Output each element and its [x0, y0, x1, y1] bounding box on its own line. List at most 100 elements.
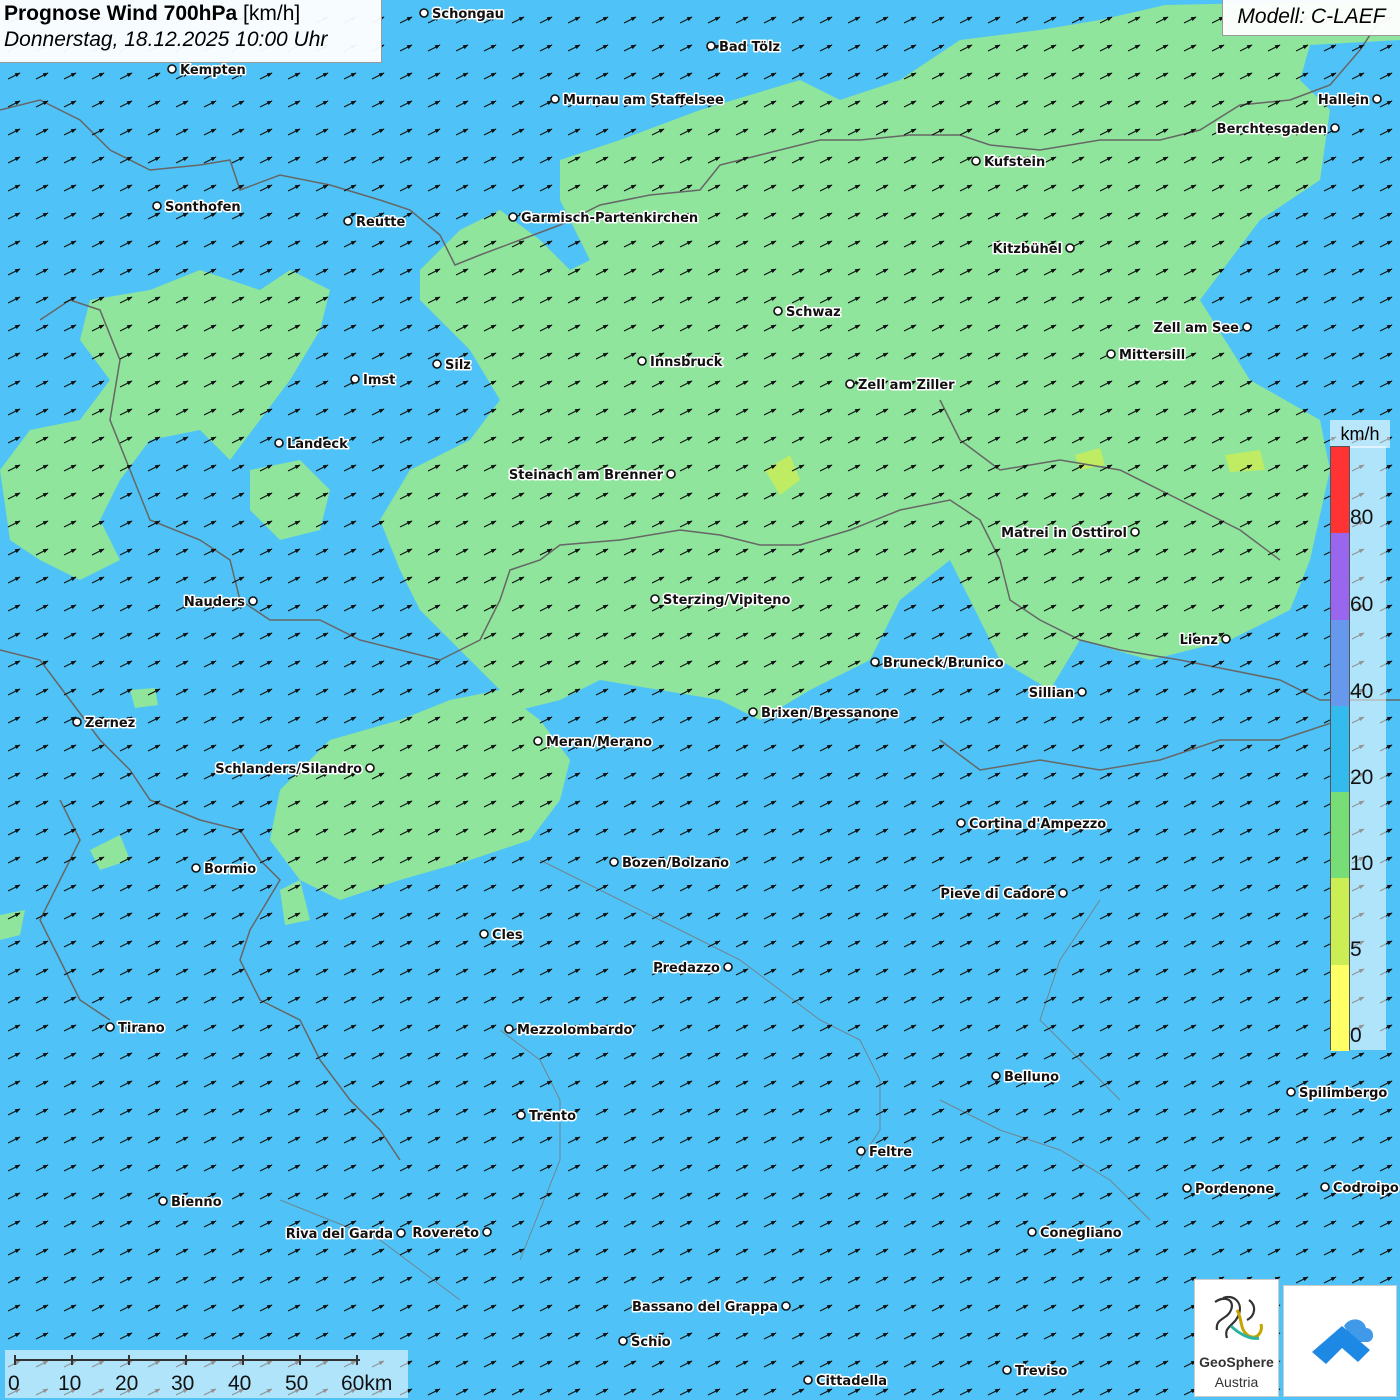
city-label: Zell am Ziller	[858, 378, 955, 393]
city-dot	[856, 1146, 866, 1156]
city-marker[interactable]: Bruneck/Brunico	[870, 655, 1005, 673]
legend-color-segment	[1331, 619, 1349, 706]
city-label: Treviso	[1015, 1364, 1067, 1379]
legend-color-segment	[1331, 878, 1349, 965]
city-marker[interactable]: Meran/Merano	[533, 734, 654, 752]
city-label: Bienno	[171, 1195, 222, 1210]
city-dot	[1330, 123, 1340, 133]
city-dot	[158, 1196, 168, 1206]
city-label: Bad Tölz	[719, 40, 780, 55]
title-box: Prognose Wind 700hPa [km/h] Donnerstag, …	[0, 0, 382, 63]
city-dot	[1130, 527, 1140, 537]
city-label: Innsbruck	[650, 355, 723, 370]
city-dot	[845, 379, 855, 389]
city-label: Mittersill	[1119, 348, 1185, 363]
city-label: Meran/Merano	[546, 735, 652, 750]
city-label: Mezzolombardo	[517, 1023, 633, 1038]
city-marker[interactable]: Berchtesgaden	[1215, 121, 1340, 139]
city-dot	[971, 156, 981, 166]
city-label: Brixen/Bressanone	[761, 706, 899, 721]
city-dot	[274, 438, 284, 448]
city-marker[interactable]: Riva del Garda	[284, 1226, 406, 1244]
city-dot	[248, 596, 258, 606]
city-label: Rovereto	[412, 1226, 479, 1241]
city-label: Schongau	[432, 7, 504, 22]
city-dot	[419, 8, 429, 18]
map-title: Prognose Wind 700hPa [km/h]	[4, 2, 377, 26]
city-marker[interactable]: Cittadella	[803, 1373, 889, 1391]
city-marker[interactable]: Mezzolombardo	[504, 1022, 634, 1040]
city-marker[interactable]: Conegliano	[1027, 1225, 1123, 1243]
city-marker[interactable]: Codroipo	[1320, 1180, 1400, 1198]
city-dot	[748, 707, 758, 717]
geosphere-logo[interactable]: GeoSphere Austria	[1194, 1279, 1279, 1397]
city-label: Cortina d'Ampezzo	[969, 817, 1106, 832]
city-marker[interactable]: Kitzbühel	[991, 241, 1075, 259]
city-label: Kempten	[180, 63, 246, 78]
city-marker[interactable]: Pordenone	[1182, 1181, 1276, 1199]
city-label: Hallein	[1318, 93, 1369, 108]
city-marker[interactable]: Steinach am Brenner	[507, 467, 676, 485]
logo-text-austria: Austria	[1214, 1374, 1259, 1390]
legend-label: 10	[1350, 852, 1374, 875]
scale-label: 10	[58, 1372, 82, 1395]
city-dot	[504, 1024, 514, 1034]
city-dot	[350, 374, 360, 384]
city-marker[interactable]: Zell am See	[1152, 320, 1252, 338]
city-marker[interactable]: Mittersill	[1106, 347, 1187, 365]
city-marker[interactable]: Schongau	[419, 6, 505, 24]
city-marker[interactable]: Bozen/Bolzano	[609, 855, 731, 873]
city-label: Riva del Garda	[286, 1227, 393, 1242]
city-dot	[72, 717, 82, 727]
model-label: Modell: C-LAEF	[1222, 0, 1400, 36]
wind-map[interactable]: Schongau Bad Tölz Kempten Murnau am Staffel…	[0, 0, 1400, 1400]
city-marker[interactable]: Kempten	[167, 62, 247, 80]
city-marker[interactable]: Cortina d'Ampezzo	[956, 816, 1108, 834]
city-dot	[637, 356, 647, 366]
app-logo-icon[interactable]	[1283, 1285, 1397, 1397]
legend-label: 5	[1350, 938, 1362, 961]
city-label: Garmisch-Partenkirchen	[521, 211, 698, 226]
city-dot	[650, 594, 660, 604]
city-label: Zernez	[85, 716, 135, 731]
city-label: Conegliano	[1040, 1226, 1122, 1241]
city-dot	[152, 201, 162, 211]
city-marker[interactable]: Zell am Ziller	[845, 377, 957, 395]
city-marker[interactable]: Schlanders/Silandro	[214, 761, 375, 779]
city-marker[interactable]: Sonthofen	[152, 199, 242, 217]
scale-label: 60km	[341, 1372, 393, 1395]
city-marker[interactable]: Murnau am Staffelsee	[550, 92, 725, 110]
legend-label: 0	[1350, 1024, 1362, 1047]
city-dot	[167, 64, 177, 74]
city-marker[interactable]: Pieve di Cadore	[939, 886, 1068, 904]
city-label: Pordenone	[1195, 1182, 1274, 1197]
city-label: Bormio	[204, 862, 256, 877]
city-marker[interactable]: Matrei in Osttirol	[1000, 525, 1140, 543]
city-dot	[666, 469, 676, 479]
city-label: Trento	[529, 1109, 576, 1124]
city-dot	[396, 1228, 406, 1238]
city-marker[interactable]: Bassano del Grappa	[631, 1299, 791, 1317]
city-label: Imst	[363, 373, 395, 388]
legend-color-segment	[1331, 792, 1349, 879]
scale-label: 40	[228, 1372, 252, 1395]
scale-label: 20	[115, 1372, 139, 1395]
city-marker[interactable]: Garmisch-Partenkirchen	[508, 210, 700, 228]
city-marker[interactable]: Sterzing/Vipiteno	[650, 592, 792, 610]
city-dot	[432, 359, 442, 369]
city-label: Schlanders/Silandro	[215, 762, 362, 777]
city-marker[interactable]: Spilimbergo	[1286, 1085, 1389, 1103]
city-dot	[1058, 888, 1068, 898]
city-marker[interactable]: Brixen/Bressanone	[748, 705, 900, 723]
scale-label: 30	[171, 1372, 195, 1395]
city-dot	[516, 1110, 526, 1120]
city-label: Zell am See	[1153, 321, 1239, 336]
city-dot	[781, 1301, 791, 1311]
city-label: Bruneck/Brunico	[883, 656, 1004, 671]
city-dot	[343, 216, 353, 226]
forecast-datetime: Donnerstag, 18.12.2025 10:00 Uhr	[4, 28, 328, 51]
city-label: Murnau am Staffelsee	[563, 93, 724, 108]
city-label: Codroipo	[1333, 1181, 1399, 1196]
city-label: Schwaz	[786, 305, 841, 320]
city-marker[interactable]: Innsbruck	[637, 354, 724, 372]
